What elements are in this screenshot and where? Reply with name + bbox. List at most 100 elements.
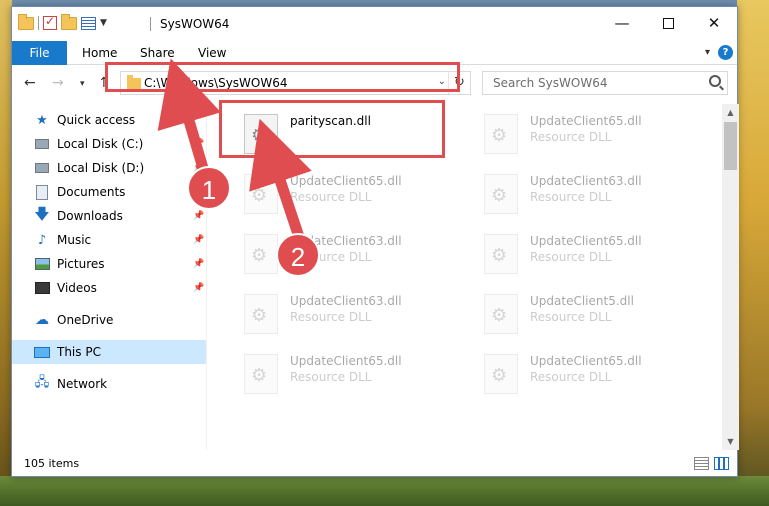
step-2-badge: 2 bbox=[276, 233, 320, 277]
star-icon: ★ bbox=[36, 112, 48, 128]
disk-icon bbox=[34, 136, 50, 152]
sidebar-item-local-disk-c[interactable]: Local Disk (C:) 📌 bbox=[12, 132, 206, 156]
expand-ribbon-icon[interactable]: ▾ bbox=[705, 47, 710, 58]
scroll-up-icon[interactable]: ▲ bbox=[722, 104, 739, 121]
search-icon bbox=[709, 75, 721, 87]
pin-icon[interactable]: 📌 bbox=[193, 211, 204, 221]
sidebar-item-label: Videos bbox=[57, 281, 97, 295]
sidebar-item-downloads[interactable]: 🡇 Downloads 📌 bbox=[12, 204, 206, 228]
pin-icon[interactable]: 📌 bbox=[193, 235, 204, 245]
sidebar-item-music[interactable]: ♪ Music 📌 bbox=[12, 228, 206, 252]
sidebar-item-pictures[interactable]: Pictures 📌 bbox=[12, 252, 206, 276]
sidebar-item-network[interactable]: 🖧 Network bbox=[12, 372, 206, 396]
cloud-icon: ☁ bbox=[35, 312, 49, 328]
step-1-badge: 1 bbox=[187, 166, 231, 210]
list-item[interactable]: UpdateClient63.dll Resource DLL bbox=[232, 228, 462, 284]
sidebar-item-quick-access[interactable]: ★ Quick access bbox=[12, 108, 206, 132]
pin-icon[interactable]: 📌 bbox=[193, 139, 204, 149]
pin-icon[interactable]: 📌 bbox=[193, 283, 204, 293]
search-input[interactable]: Search SysWOW64 bbox=[482, 71, 728, 95]
dll-file-icon bbox=[244, 294, 278, 334]
title-bar: ▼ SysWOW64 — ✕ bbox=[12, 7, 737, 41]
help-icon[interactable]: ? bbox=[718, 45, 733, 60]
list-item[interactable]: UpdateClient63.dll Resource DLL bbox=[232, 288, 462, 344]
list-item[interactable]: UpdateClient65.dll Resource DLL bbox=[232, 348, 462, 404]
recent-locations-chevron-icon[interactable]: ▾ bbox=[80, 79, 85, 89]
sidebar-item-documents[interactable]: Documents 📌 bbox=[12, 180, 206, 204]
documents-icon bbox=[34, 184, 50, 200]
search-placeholder: Search SysWOW64 bbox=[493, 76, 608, 90]
tiles-view-icon[interactable] bbox=[714, 457, 729, 470]
scroll-down-icon[interactable]: ▼ bbox=[722, 433, 739, 450]
file-type: Resource DLL bbox=[290, 370, 372, 384]
sidebar-item-videos[interactable]: Videos 📌 bbox=[12, 276, 206, 300]
sidebar-item-label: This PC bbox=[57, 345, 101, 359]
file-name: UpdateClient63.dll bbox=[290, 294, 402, 308]
music-icon: ♪ bbox=[37, 232, 47, 248]
navigation-pane: ★ Quick access Local Disk (C:) 📌 Local D… bbox=[12, 104, 206, 450]
file-name: UpdateClient65.dll bbox=[530, 354, 642, 368]
dll-file-icon bbox=[484, 354, 518, 394]
pictures-icon bbox=[34, 256, 50, 272]
list-item[interactable]: UpdateClient65.dll Resource DLL bbox=[232, 168, 462, 224]
file-name: UpdateClient65.dll bbox=[290, 174, 402, 188]
maximize-icon bbox=[662, 17, 674, 29]
dll-file-icon bbox=[484, 174, 518, 214]
status-bar: 105 items bbox=[12, 452, 737, 476]
sidebar-item-local-disk-d[interactable]: Local Disk (D:) 📌 bbox=[12, 156, 206, 180]
maximize-button[interactable] bbox=[645, 7, 691, 39]
new-folder-icon[interactable] bbox=[61, 13, 77, 30]
folder-icon bbox=[18, 13, 34, 30]
sidebar-item-this-pc[interactable]: This PC bbox=[12, 340, 206, 364]
properties-icon[interactable] bbox=[81, 16, 96, 30]
forward-arrow-icon[interactable]: → bbox=[52, 75, 64, 91]
list-item[interactable]: UpdateClient5.dll Resource DLL bbox=[472, 288, 702, 344]
minimize-button[interactable]: — bbox=[599, 7, 645, 39]
file-highlight-box bbox=[219, 100, 445, 158]
background-right bbox=[737, 0, 769, 506]
list-item[interactable]: UpdateClient65.dll Resource DLL bbox=[472, 108, 702, 164]
file-type: Resource DLL bbox=[290, 310, 372, 324]
computer-icon bbox=[34, 344, 50, 360]
window-title: SysWOW64 bbox=[160, 17, 230, 31]
network-icon: 🖧 bbox=[34, 375, 50, 390]
file-name: UpdateClient63.dll bbox=[530, 174, 642, 188]
sidebar-item-label: Local Disk (D:) bbox=[57, 161, 145, 175]
sidebar-item-onedrive[interactable]: ☁ OneDrive bbox=[12, 308, 206, 332]
toolbar-separator bbox=[38, 16, 39, 30]
videos-icon bbox=[34, 280, 50, 296]
item-count: 105 items bbox=[24, 457, 80, 470]
file-type: Resource DLL bbox=[530, 190, 612, 204]
list-item[interactable]: UpdateClient65.dll Resource DLL bbox=[472, 228, 702, 284]
back-arrow-icon[interactable]: ← bbox=[24, 75, 36, 91]
title-separator bbox=[150, 17, 151, 31]
details-view-icon[interactable] bbox=[694, 457, 709, 470]
scroll-thumb[interactable] bbox=[724, 122, 737, 170]
download-icon: 🡇 bbox=[34, 204, 50, 223]
close-button[interactable]: ✕ bbox=[691, 7, 737, 39]
sidebar-item-label: Local Disk (C:) bbox=[57, 137, 144, 151]
file-name: UpdateClient5.dll bbox=[530, 294, 634, 308]
file-name: UpdateClient65.dll bbox=[530, 114, 642, 128]
sidebar-item-label: Music bbox=[57, 233, 92, 247]
file-type: Resource DLL bbox=[530, 130, 612, 144]
file-name: UpdateClient65.dll bbox=[530, 234, 642, 248]
customize-toolbar-dropdown-icon[interactable]: ▼ bbox=[100, 18, 107, 28]
file-type: Resource DLL bbox=[530, 250, 612, 264]
properties-check-icon[interactable] bbox=[43, 14, 57, 30]
pane-divider[interactable] bbox=[206, 104, 207, 450]
sidebar-item-label: OneDrive bbox=[57, 313, 114, 327]
file-type: Resource DLL bbox=[290, 190, 372, 204]
dll-file-icon bbox=[484, 294, 518, 334]
vertical-scrollbar[interactable]: ▲ ▼ bbox=[722, 104, 739, 450]
pin-icon[interactable]: 📌 bbox=[193, 259, 204, 269]
dll-file-icon bbox=[244, 174, 278, 214]
tab-file[interactable]: File bbox=[12, 41, 67, 65]
dll-file-icon bbox=[484, 114, 518, 154]
dll-file-icon bbox=[484, 234, 518, 274]
sidebar-item-label: Network bbox=[57, 377, 108, 391]
list-item[interactable]: UpdateClient63.dll Resource DLL bbox=[472, 168, 702, 224]
list-item[interactable]: UpdateClient65.dll Resource DLL bbox=[472, 348, 702, 404]
minimize-icon: — bbox=[614, 14, 630, 32]
dll-file-icon bbox=[244, 234, 278, 274]
